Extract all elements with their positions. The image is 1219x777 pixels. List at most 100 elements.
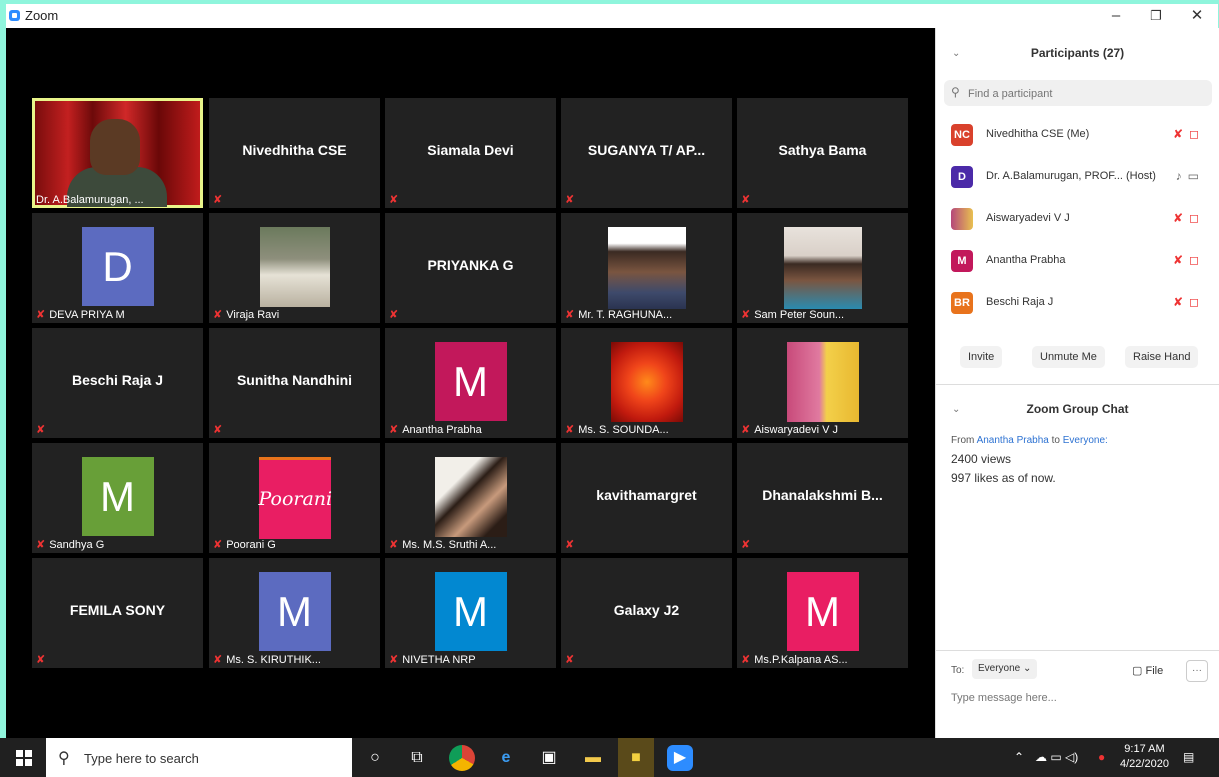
taskbar-search-box[interactable]: ⚲ Type here to search [46, 738, 352, 777]
video-tile[interactable]: Beschi Raja J ✘ [32, 328, 203, 438]
participant-search[interactable]: ⚲ [944, 80, 1212, 108]
participant-name: PRIYANKA G [427, 257, 514, 273]
search-icon: ⚲ [951, 85, 960, 99]
participant-search-input[interactable] [966, 80, 1210, 108]
avatar [951, 208, 973, 230]
zoom-taskbar-icon[interactable]: ▶ [667, 745, 693, 771]
video-tile[interactable]: SUGANYA T/ AP... ✘ [561, 98, 732, 208]
gallery-view: Dr. A.Balamurugan, ... Nivedhitha CSE ✘ … [6, 28, 935, 738]
participant-row[interactable]: D Dr. A.Balamurugan, PROF... (Host) ♪▭ [951, 164, 1201, 190]
video-tile[interactable]: M ✘ Anantha Prabha [385, 328, 556, 438]
chrome-icon[interactable] [449, 745, 475, 771]
clock-time: 9:17 AM [1124, 743, 1165, 755]
video-tile[interactable]: Sunitha Nandhini ✘ [209, 328, 380, 438]
video-tile[interactable]: kavithamargret ✘ [561, 443, 732, 553]
show-hidden-icons-chevron-icon[interactable]: ⌃ [1014, 750, 1024, 764]
video-tile[interactable]: M ✘ Ms. S. KIRUTHIK... [209, 558, 380, 668]
participant-name: Siamala Devi [427, 142, 514, 158]
chat-message-input[interactable]: Type message here... [951, 692, 1057, 704]
profile-photo [434, 457, 507, 537]
participant-name: SUGANYA T/ AP... [587, 142, 706, 158]
cortana-icon[interactable]: ○ [362, 745, 388, 771]
avatar-initial: M [786, 572, 859, 651]
muted-mic-and-video-off-icon: ✘◻ [1172, 211, 1205, 225]
participant-row[interactable]: BR Beschi Raja J ✘◻ [951, 290, 1201, 316]
windows-start-icon[interactable] [16, 750, 32, 766]
video-tile[interactable]: ✘ Ms. S. SOUNDA... [561, 328, 732, 438]
raise-hand-button[interactable]: Raise Hand [1125, 346, 1199, 368]
muted-mic-icon: ✘ [36, 424, 46, 436]
title-bar: Zoom – ❐ ✕ [6, 4, 1218, 28]
participant-label: Dr. A.Balamurugan, ... [36, 194, 144, 206]
avatar-initial: M [258, 572, 331, 651]
invite-button[interactable]: Invite [960, 346, 1003, 368]
avatar: BR [951, 292, 973, 314]
muted-mic-icon: ✘ [213, 424, 223, 436]
chat-recipient-link[interactable]: Everyone: [1063, 435, 1108, 446]
muted-mic-icon: ✘ [36, 539, 46, 551]
notification-badge-icon[interactable]: ● [1098, 750, 1105, 764]
video-tile[interactable]: PRIYANKA G ✘ [385, 213, 556, 323]
taskbar-clock[interactable]: 9:17 AM 4/22/2020 [1120, 742, 1169, 772]
participant-label: ✘ Anantha Prabha [389, 424, 482, 436]
chat-sender-link[interactable]: Anantha Prabha [977, 435, 1049, 446]
video-tile[interactable]: ✘ Sam Peter Soun... [737, 213, 908, 323]
video-tile[interactable]: Siamala Devi ✘ [385, 98, 556, 208]
participant-name: FEMILA SONY [69, 602, 166, 618]
video-tile[interactable]: Galaxy J2 ✘ [561, 558, 732, 668]
participant-label: ✘ Aiswaryadevi V J [741, 424, 838, 436]
more-options-button[interactable]: ··· [1186, 660, 1208, 682]
search-icon: ⚲ [58, 750, 70, 767]
avatar: D [951, 166, 973, 188]
muted-mic-icon: ✘ [741, 194, 751, 206]
participant-row[interactable]: NC Nivedhitha CSE (Me) ✘◻ [951, 122, 1201, 148]
store-icon[interactable]: ▣ [536, 745, 562, 771]
minimize-button[interactable]: – [1104, 6, 1128, 26]
participant-row-name: Beschi Raja J [986, 296, 1054, 308]
video-tile[interactable]: Dr. A.Balamurugan, ... [32, 98, 203, 208]
video-tile[interactable]: Dhanalakshmi B... ✘ [737, 443, 908, 553]
file-explorer-icon[interactable]: ▬ [580, 745, 606, 771]
restore-button[interactable]: ❐ [1144, 6, 1168, 26]
participant-row-name: Nivedhitha CSE (Me) [986, 128, 1090, 140]
video-tile[interactable]: Nivedhitha CSE ✘ [209, 98, 380, 208]
participant-row-name: Dr. A.Balamurugan, PROF... (Host) [986, 170, 1156, 182]
zoom-window: Zoom – ❐ ✕ Dr. A.Balamurugan, ... Nivedh… [6, 4, 1219, 738]
participant-row[interactable]: M Anantha Prabha ✘◻ [951, 248, 1201, 274]
edge-icon[interactable]: e [493, 745, 519, 771]
participant-name: kavithamargret [596, 487, 697, 503]
muted-mic-icon: ✘ [389, 424, 399, 436]
video-tile[interactable]: ✘ Mr. T. RAGHUNA... [561, 213, 732, 323]
muted-mic-and-video-off-icon: ✘◻ [1172, 127, 1205, 141]
video-tile[interactable]: ✘ Viraja Ravi [209, 213, 380, 323]
avatar-initial: M [434, 342, 507, 421]
avatar-initial: D [81, 227, 154, 306]
video-tile[interactable]: M ✘ Ms.P.Kalpana AS... [737, 558, 908, 668]
camera-feed [35, 101, 200, 207]
muted-mic-icon: ✘ [565, 654, 575, 666]
video-tile[interactable]: D ✘ DEVA PRIYA M [32, 213, 203, 323]
muted-mic-icon: ✘ [389, 309, 399, 321]
video-tile[interactable]: ✘ Aiswaryadevi V J [737, 328, 908, 438]
file-button[interactable]: ▢ File [1132, 664, 1163, 677]
video-tile[interactable]: ✘ Ms. M.S. Sruthi A... [385, 443, 556, 553]
participant-label: ✘ Ms.P.Kalpana AS... [741, 654, 848, 666]
system-tray-icons[interactable]: ☁ ▭ ◁) [1035, 750, 1078, 764]
sticky-notes-icon[interactable]: ■ [618, 738, 654, 777]
participant-name: Beschi Raja J [71, 372, 164, 388]
muted-mic-icon: ✘ [741, 424, 751, 436]
action-center-icon[interactable]: ▤ [1183, 750, 1194, 764]
recipient-dropdown[interactable]: Everyone ⌄ [972, 659, 1038, 679]
video-tile[interactable]: FEMILA SONY ✘ [32, 558, 203, 668]
unmute-me-button[interactable]: Unmute Me [1032, 346, 1105, 368]
video-tile[interactable]: M ✘ NIVETHA NRP [385, 558, 556, 668]
panel-divider [936, 384, 1219, 385]
close-button[interactable]: ✕ [1185, 6, 1209, 26]
video-tile[interactable]: Poorani ✘ Poorani G [209, 443, 380, 553]
video-tile[interactable]: M ✘ Sandhya G [32, 443, 203, 553]
muted-mic-and-video-off-icon: ✘◻ [1172, 295, 1205, 309]
participant-row[interactable]: Aiswaryadevi V J ✘◻ [951, 206, 1201, 232]
window-title: Zoom [25, 8, 59, 23]
video-tile[interactable]: Sathya Bama ✘ [737, 98, 908, 208]
task-view-icon[interactable]: ⧉ [404, 745, 430, 771]
